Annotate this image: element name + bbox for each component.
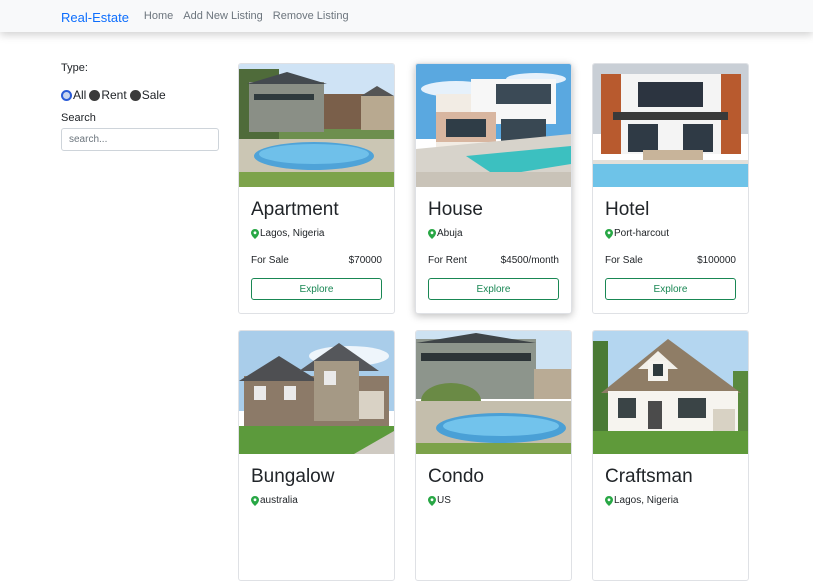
listing-photo-bungalow <box>239 331 394 454</box>
explore-button[interactable]: Explore <box>428 278 559 300</box>
radio-rent[interactable] <box>89 89 101 101</box>
map-pin-icon <box>428 228 436 239</box>
nav-link-add-listing[interactable]: Add New Listing <box>183 10 263 22</box>
search-label: Search <box>61 112 96 124</box>
listing-title: Craftsman <box>605 466 693 487</box>
listing-status: For Rent <box>428 255 467 266</box>
radio-sale-label[interactable]: Sale <box>142 88 166 102</box>
listing-grid: Apartment Lagos, Nigeria For Sale $70000… <box>238 63 749 581</box>
listing-title: Condo <box>428 466 484 487</box>
nav-link-home[interactable]: Home <box>144 10 173 22</box>
listing-photo-house <box>416 64 571 187</box>
brand-link[interactable]: Real-Estate <box>61 10 129 25</box>
listing-photo-hotel <box>593 64 748 187</box>
listing-meta: For Sale $70000 <box>251 255 382 266</box>
listing-card-bungalow: Bungalow australia <box>238 330 395 581</box>
listing-location-text: Lagos, Nigeria <box>614 495 679 506</box>
listing-location-text: Port-harcout <box>614 228 670 239</box>
listing-location: US <box>428 495 559 506</box>
map-pin-icon <box>251 495 259 506</box>
radio-all[interactable] <box>61 89 72 101</box>
explore-button[interactable]: Explore <box>605 278 736 300</box>
listing-card-condo: Condo US <box>415 330 572 581</box>
radio-sale[interactable] <box>129 89 141 101</box>
radio-all-label[interactable]: All <box>73 88 86 102</box>
listing-card-craftsman: Craftsman Lagos, Nigeria <box>592 330 749 581</box>
listing-meta: For Rent $4500/month <box>428 255 559 266</box>
listing-card-hotel: Hotel Port-harcout For Sale $100000 Expl… <box>592 63 749 314</box>
listing-title: Bungalow <box>251 466 335 487</box>
top-navbar: Real-Estate Home Add New Listing Remove … <box>0 0 813 32</box>
listing-title: Hotel <box>605 199 650 220</box>
listing-meta: For Sale $100000 <box>605 255 736 266</box>
listing-photo-condo <box>416 331 571 454</box>
listing-title: Apartment <box>251 199 339 220</box>
listing-photo-apartment <box>239 64 394 187</box>
listing-location-text: Lagos, Nigeria <box>260 228 325 239</box>
listing-location-text: australia <box>260 495 298 506</box>
listing-card-apartment: Apartment Lagos, Nigeria For Sale $70000… <box>238 63 395 314</box>
listing-price: $100000 <box>697 255 736 266</box>
listing-location: Lagos, Nigeria <box>251 228 382 239</box>
listing-card-house: House Abuja For Rent $4500/month Explore <box>415 63 572 314</box>
listing-photo-craftsman <box>593 331 748 454</box>
radio-rent-label[interactable]: Rent <box>101 88 126 102</box>
search-input[interactable] <box>61 128 219 151</box>
listing-location-text: Abuja <box>437 228 463 239</box>
listing-location-text: US <box>437 495 451 506</box>
map-pin-icon <box>605 495 613 506</box>
type-radio-group: All Rent Sale <box>61 88 221 102</box>
listing-status: For Sale <box>251 255 289 266</box>
listing-title: House <box>428 199 483 220</box>
type-label: Type: <box>61 62 88 74</box>
map-pin-icon <box>605 228 613 239</box>
listing-location: Lagos, Nigeria <box>605 495 736 506</box>
listing-price: $70000 <box>348 255 382 266</box>
map-pin-icon <box>428 495 436 506</box>
listing-location: Port-harcout <box>605 228 736 239</box>
nav-link-remove-listing[interactable]: Remove Listing <box>273 10 349 22</box>
listing-price: $4500/month <box>500 255 559 266</box>
listing-location: Abuja <box>428 228 559 239</box>
filter-sidebar: Type: All Rent Sale Search <box>61 62 221 151</box>
listing-location: australia <box>251 495 382 506</box>
listing-status: For Sale <box>605 255 643 266</box>
explore-button[interactable]: Explore <box>251 278 382 300</box>
map-pin-icon <box>251 228 259 239</box>
